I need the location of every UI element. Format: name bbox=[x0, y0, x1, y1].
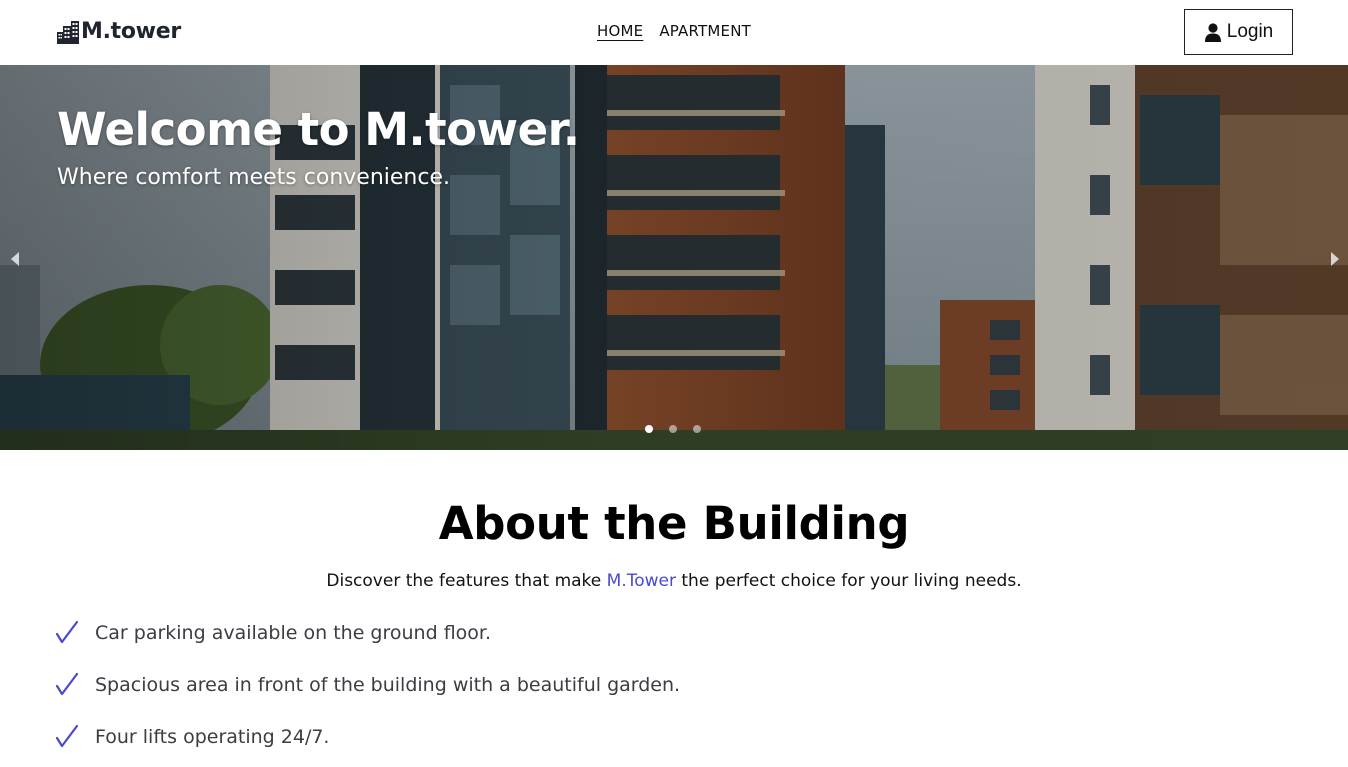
carousel-dot-3[interactable] bbox=[693, 425, 701, 433]
brand-logo-link[interactable]: M.tower bbox=[56, 19, 181, 44]
carousel-dot-1[interactable] bbox=[645, 425, 653, 433]
feature-list: Car parking available on the ground floo… bbox=[56, 620, 680, 767]
check-icon bbox=[56, 725, 78, 748]
brand-name: M.tower bbox=[81, 19, 181, 44]
hero-carousel: Welcome to M.tower. Where comfort meets … bbox=[0, 65, 1348, 450]
hero-title: Welcome to M.tower. bbox=[57, 103, 580, 156]
about-desc-before: Discover the features that make bbox=[326, 571, 607, 591]
navbar: M.tower HOME APARTMENT Login bbox=[0, 0, 1348, 65]
about-desc-after: the perfect choice for your living needs… bbox=[675, 571, 1022, 591]
chevron-left-icon[interactable] bbox=[8, 251, 22, 267]
feature-text: Car parking available on the ground floo… bbox=[95, 622, 492, 644]
about-title: About the Building bbox=[438, 497, 910, 550]
list-item: Car parking available on the ground floo… bbox=[56, 620, 680, 646]
list-item: Four lifts operating 24/7. bbox=[56, 724, 680, 750]
nav-link-home[interactable]: HOME bbox=[597, 22, 643, 40]
main-nav: HOME APARTMENT bbox=[597, 22, 751, 40]
feature-text: Spacious area in front of the building w… bbox=[95, 674, 681, 696]
feature-text: Four lifts operating 24/7. bbox=[95, 726, 330, 748]
check-icon bbox=[56, 673, 78, 696]
about-desc-highlight: M.Tower bbox=[606, 571, 676, 591]
hero-subtitle: Where comfort meets convenience. bbox=[57, 165, 450, 190]
login-button[interactable]: Login bbox=[1184, 9, 1293, 55]
chevron-right-icon[interactable] bbox=[1328, 251, 1342, 267]
carousel-dot-2[interactable] bbox=[669, 425, 677, 433]
check-icon bbox=[56, 621, 78, 644]
about-description: Discover the features that make M.Tower … bbox=[0, 571, 1348, 591]
nav-link-apartment[interactable]: APARTMENT bbox=[659, 22, 751, 40]
carousel-indicators bbox=[645, 425, 701, 433]
login-label: Login bbox=[1226, 21, 1274, 42]
list-item: Spacious area in front of the building w… bbox=[56, 672, 680, 698]
building-icon bbox=[57, 20, 79, 44]
user-icon bbox=[1204, 22, 1221, 42]
